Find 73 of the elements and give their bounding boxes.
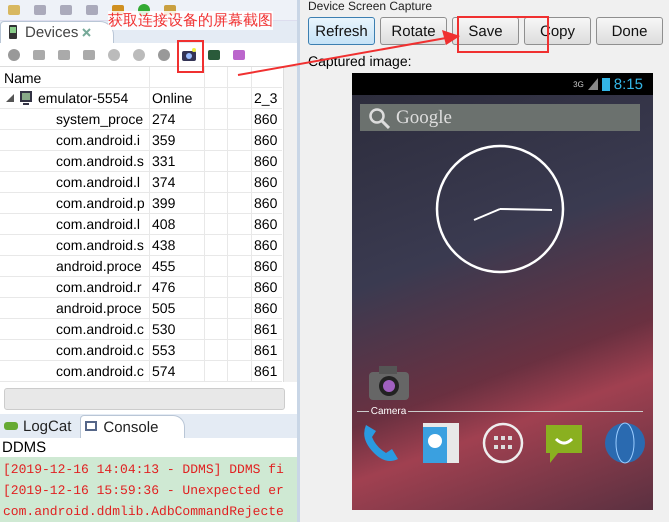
- table-cell-text: 860: [253, 278, 278, 298]
- app-drawer-icon[interactable]: [480, 421, 524, 465]
- done-button[interactable]: Done: [596, 17, 663, 45]
- pid-cell-text: 574: [151, 362, 176, 382]
- process-name[interactable]: com.android.c: [0, 319, 150, 340]
- table-cell-text: 860: [253, 194, 278, 214]
- camera-app-icon[interactable]: [367, 364, 411, 402]
- pid-cell-text: 399: [151, 194, 176, 214]
- pid-cell-text: 505: [151, 299, 176, 318]
- analog-clock-drawing[interactable]: [434, 143, 566, 275]
- pid-cell-text: 455: [151, 257, 176, 276]
- pid-cell-text: 553: [151, 341, 176, 360]
- camera-icon[interactable]: [181, 46, 197, 63]
- process-name[interactable]: com.android.l: [0, 214, 150, 236]
- network-label: 3G: [573, 80, 584, 88]
- process-name[interactable]: system_proce: [0, 109, 150, 130]
- device-status: Online: [151, 89, 194, 108]
- pid-cell-text: 274: [151, 110, 176, 130]
- highlight-frame: [177, 40, 204, 73]
- console-line: [2019-12-16 14:04:13 - DDMS] DDMS fi: [2, 461, 285, 479]
- pid-cell-text: 438: [151, 236, 176, 256]
- save-button[interactable]: Save: [452, 17, 519, 45]
- refresh-button[interactable]: Refresh: [308, 17, 375, 45]
- table-cell-text: 860: [253, 152, 278, 172]
- battery-icon: [602, 77, 610, 91]
- table-cell-text: 860: [253, 131, 278, 150]
- name-column-header[interactable]: Name: [0, 67, 150, 88]
- table-cell-text: 860: [253, 299, 278, 318]
- pid-cell-text: 374: [151, 173, 176, 192]
- device-name[interactable]: emulator-5554: [38, 90, 128, 106]
- logcat-tab[interactable]: LogCat: [0, 414, 78, 438]
- process-name[interactable]: android.proce: [0, 256, 150, 278]
- console-line: [2019-12-16 15:59:36 - Unexpected er: [2, 482, 285, 500]
- annotation-text: 获取连接设备的屏幕截图: [108, 11, 273, 30]
- console-line: com.android.ddmlib.AdbCommandRejecte: [2, 503, 285, 521]
- process-name[interactable]: com.android.s: [0, 151, 150, 172]
- pid-cell-text: 408: [151, 215, 176, 234]
- table-cell-text: 861: [253, 341, 278, 360]
- table-cell-text: 861: [253, 320, 278, 340]
- table-cell-text: 2_3: [253, 89, 278, 108]
- console-tab[interactable]: Console: [80, 415, 186, 438]
- monitor-icon: [18, 90, 34, 106]
- console-name: DDMS: [1, 438, 48, 457]
- table-cell-text: 860: [253, 110, 278, 130]
- process-name[interactable]: android.proce: [0, 298, 150, 320]
- camera-label: Camera: [370, 406, 408, 417]
- close-icon[interactable]: [82, 28, 92, 37]
- process-name[interactable]: com.android.p: [0, 193, 150, 214]
- process-name[interactable]: com.android.s: [0, 235, 150, 256]
- process-name[interactable]: com.android.i: [0, 130, 150, 152]
- globe-icon[interactable]: [603, 421, 647, 465]
- table-cell-text: 860: [253, 236, 278, 256]
- search-icon: [368, 106, 390, 128]
- process-name[interactable]: com.android.r: [0, 277, 150, 298]
- vertical-scrollbar[interactable]: [283, 67, 297, 382]
- table-cell-text: 860: [253, 257, 278, 276]
- pid-cell-text: 476: [151, 278, 176, 298]
- rotate-button[interactable]: Rotate: [380, 17, 447, 45]
- process-name[interactable]: com.android.c: [0, 361, 150, 382]
- status-time: 8:15: [614, 76, 643, 92]
- dialog-title: Device Screen Capture: [308, 0, 434, 13]
- search-bar[interactable]: Google: [360, 104, 640, 131]
- horizontal-scrollbar[interactable]: [4, 388, 285, 410]
- process-name[interactable]: com.android.c: [0, 340, 150, 362]
- table-cell-text: 860: [253, 215, 278, 234]
- pid-cell-text: 359: [151, 131, 176, 150]
- expand-arrow-icon[interactable]: [6, 94, 14, 102]
- pid-cell-text: 530: [151, 320, 176, 340]
- pid-cell-text: 331: [151, 152, 176, 172]
- table-cell-text: 861: [253, 362, 278, 382]
- signal-icon: [588, 78, 598, 90]
- table-cell-text: 860: [253, 173, 278, 192]
- process-name[interactable]: com.android.l: [0, 172, 150, 194]
